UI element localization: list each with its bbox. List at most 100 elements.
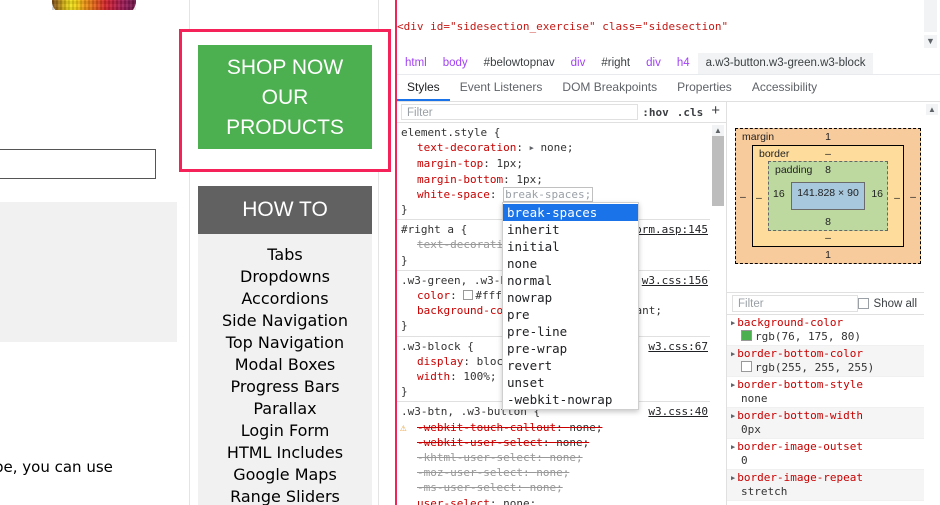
computed-filter-input[interactable]: Filter <box>732 295 858 312</box>
tab-event-listeners[interactable]: Event Listeners <box>450 75 553 101</box>
styles-filter-input[interactable]: Filter <box>401 104 639 120</box>
autocomplete-option[interactable]: revert <box>503 357 638 374</box>
list-item[interactable]: Tabs <box>198 244 372 266</box>
computed-property[interactable]: ▶ border-bottom-style none <box>727 377 924 408</box>
devtools-tabbar[interactable]: Styles Event Listeners DOM Breakpoints P… <box>397 75 940 102</box>
autocomplete-option[interactable]: pre <box>503 306 638 323</box>
chevron-down-icon[interactable]: ▼ <box>924 35 937 48</box>
css-declaration[interactable]: -moz-user-select: none; <box>397 465 710 480</box>
css-source-link[interactable]: w3.css:156 <box>642 273 708 288</box>
css-rule-w3-btn[interactable]: .w3-btn, .w3-button { w3.css:40 ⚠ -webkit… <box>397 402 710 505</box>
css-prop-name[interactable]: color <box>417 289 450 302</box>
css-source-link[interactable]: form.asp:145 <box>629 222 708 237</box>
box-border-bottom-value[interactable]: – <box>753 232 903 244</box>
breadcrumb-item-belowtopnav[interactable]: #belowtopnav <box>476 53 563 74</box>
autocomplete-option[interactable]: inherit <box>503 221 638 238</box>
show-all-checkbox[interactable] <box>857 298 869 309</box>
box-model-border[interactable]: border – – – – padding 8 8 16 16 141.828… <box>752 145 904 247</box>
box-margin-bottom-value[interactable]: 1 <box>736 249 920 261</box>
breadcrumb-item-body[interactable]: body <box>435 53 476 74</box>
styles-scrollbar-thumb[interactable] <box>712 136 724 206</box>
hov-toggle-button[interactable]: :hov <box>638 106 673 119</box>
css-selector[interactable]: element.style { <box>397 125 710 140</box>
css-declaration[interactable]: user-select: none; <box>397 496 710 505</box>
css-prop-name[interactable]: text-decoration <box>417 141 516 154</box>
list-item[interactable]: Modal Boxes <box>198 354 372 376</box>
css-prop-value[interactable]: none; <box>569 421 602 434</box>
chevron-up-icon[interactable]: ▲ <box>712 125 724 136</box>
box-model-margin[interactable]: margin 1 1 – – border – – – – padding 8 <box>735 128 921 264</box>
autocomplete-option[interactable]: unset <box>503 374 638 391</box>
list-item[interactable]: Login Form <box>198 420 372 442</box>
css-declaration[interactable]: text-decoration: ▶ none; <box>397 140 710 156</box>
box-model-padding[interactable]: padding 8 8 16 16 141.828 × 90 <box>768 161 888 231</box>
box-padding-bottom-value[interactable]: 8 <box>769 216 887 228</box>
computed-prop-name[interactable]: border-bottom-width <box>737 409 863 422</box>
computed-property[interactable]: ▶ border-image-repeat stretch <box>727 470 924 501</box>
autocomplete-option[interactable]: -webkit-nowrap <box>503 391 638 408</box>
css-declaration[interactable]: -khtml-user-select: none; <box>397 450 710 465</box>
tab-dom-breakpoints[interactable]: DOM Breakpoints <box>552 75 667 101</box>
chevron-up-icon[interactable]: ▲ <box>926 104 938 115</box>
breadcrumb-item-right[interactable]: #right <box>593 53 638 74</box>
css-prop-name[interactable]: -webkit-touch-callout <box>417 421 556 434</box>
box-margin-right-value[interactable]: – <box>910 191 916 203</box>
computed-property[interactable]: ▶ border-image-outset 0 <box>727 439 924 470</box>
box-margin-top-value[interactable]: 1 <box>736 131 920 143</box>
autocomplete-option[interactable]: initial <box>503 238 638 255</box>
css-prop-name[interactable]: white-space <box>417 188 490 201</box>
box-border-left-value[interactable]: – <box>756 192 762 204</box>
autocomplete-option[interactable]: pre-line <box>503 323 638 340</box>
list-item[interactable]: Side Navigation <box>198 310 372 332</box>
autocomplete-option[interactable]: none <box>503 255 638 272</box>
chevron-right-icon[interactable]: ▶ <box>530 141 534 156</box>
css-prop-name[interactable]: -khtml-user-select <box>417 451 536 464</box>
breadcrumb[interactable]: html body #belowtopnav div #right div h4… <box>397 53 940 75</box>
new-style-rule-button[interactable]: + <box>707 103 726 119</box>
list-item[interactable]: Parallax <box>198 398 372 420</box>
computed-prop-name[interactable]: border-bottom-color <box>737 347 863 360</box>
list-item[interactable]: Range Sliders <box>198 486 372 505</box>
color-swatch-icon[interactable] <box>741 330 752 341</box>
css-source-link[interactable]: w3.css:40 <box>648 404 708 419</box>
css-prop-value[interactable]: 100%; <box>463 370 496 383</box>
autocomplete-option[interactable]: normal <box>503 272 638 289</box>
tab-accessibility[interactable]: Accessibility <box>742 75 827 101</box>
computed-prop-name[interactable]: border-image-repeat <box>737 471 863 484</box>
box-border-right-value[interactable]: – <box>894 192 900 204</box>
autocomplete-option[interactable]: nowrap <box>503 289 638 306</box>
list-item[interactable]: Dropdowns <box>198 266 372 288</box>
dom-scrollbar[interactable]: ▼ <box>921 0 940 53</box>
computed-prop-name[interactable]: background-color <box>737 316 843 329</box>
css-prop-name[interactable]: width <box>417 370 450 383</box>
css-prop-name[interactable]: display <box>417 355 463 368</box>
computed-property[interactable]: ▶ border-bottom-color rgb(255, 255, 255) <box>727 346 924 377</box>
css-prop-value[interactable]: none; <box>540 141 573 154</box>
css-prop-value[interactable]: none; <box>549 451 582 464</box>
dom-scrollbar-thumb[interactable] <box>924 0 937 32</box>
css-declaration[interactable]: ⚠ -webkit-touch-callout: none; <box>397 420 710 435</box>
computed-scrollbar[interactable]: ▲ <box>924 102 940 505</box>
css-prop-value[interactable]: 1px; <box>496 157 523 170</box>
dom-tree-pane[interactable]: <div id="sidesection_exercise" class="si… <box>397 0 940 53</box>
show-all-label[interactable]: Show all <box>874 298 917 310</box>
box-margin-left-value[interactable]: – <box>740 191 746 203</box>
css-source-link[interactable]: w3.css:67 <box>648 339 708 354</box>
breadcrumb-item-html[interactable]: html <box>397 53 435 74</box>
css-prop-name[interactable]: user-select <box>417 497 490 505</box>
breadcrumb-item-div-1[interactable]: div <box>563 53 594 74</box>
value-autocomplete-dropdown[interactable]: break-spaces inherit initial none normal… <box>502 202 639 410</box>
breadcrumb-item-h4[interactable]: h4 <box>669 53 698 74</box>
css-prop-name[interactable]: margin-bottom <box>417 173 503 186</box>
autocomplete-option[interactable]: break-spaces <box>503 204 638 221</box>
page-text-input[interactable] <box>0 149 156 179</box>
css-prop-name[interactable]: -ms-user-select <box>417 481 516 494</box>
css-prop-value[interactable]: none; <box>556 436 589 449</box>
color-swatch-icon[interactable] <box>463 290 474 301</box>
breadcrumb-item-div-2[interactable]: div <box>638 53 669 74</box>
box-padding-left-value[interactable]: 16 <box>773 188 785 200</box>
cls-toggle-button[interactable]: .cls <box>673 106 708 119</box>
css-declaration[interactable]: margin-top: 1px; <box>397 156 710 171</box>
computed-property[interactable]: ▶ border-bottom-width 0px <box>727 408 924 439</box>
tab-properties[interactable]: Properties <box>667 75 742 101</box>
